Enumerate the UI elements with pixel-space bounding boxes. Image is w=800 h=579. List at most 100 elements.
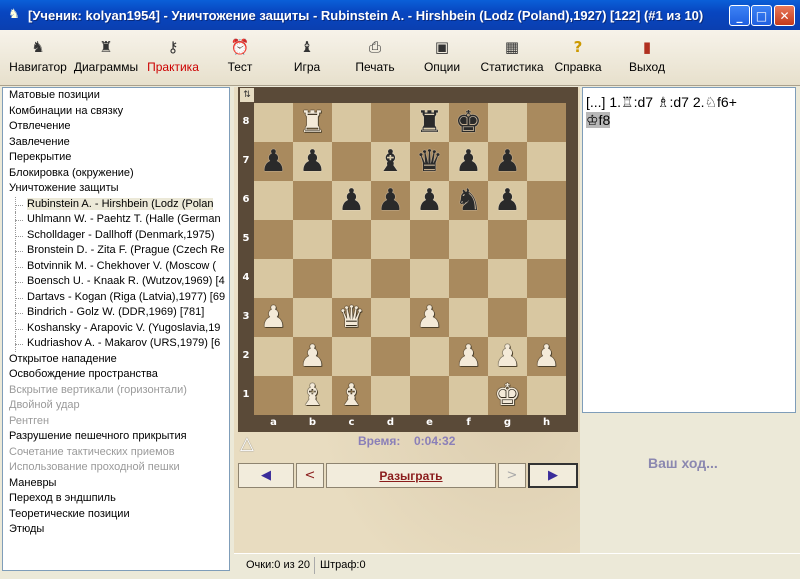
- board-square[interactable]: ♝: [371, 142, 410, 181]
- board-square[interactable]: ♞: [449, 181, 488, 220]
- board-square[interactable]: [527, 142, 566, 181]
- board-square[interactable]: [254, 220, 293, 259]
- board-square[interactable]: [410, 337, 449, 376]
- black-king-icon[interactable]: ♚: [455, 107, 482, 138]
- black-bishop-icon[interactable]: ♝: [377, 146, 404, 177]
- white-pawn-icon[interactable]: ♟: [494, 341, 521, 372]
- board-square[interactable]: [254, 181, 293, 220]
- white-pawn-icon[interactable]: ♟: [416, 302, 443, 333]
- chess-board[interactable]: ♜ ♜ ♚ ♟ ♟ ♝ ♛ ♟ ♟ ♟ ♟ ♟ ♞ ♟ ♟ ♛ ♟ ♟ ♟ ♟ ♟ ♝ ♝ ♚: [254, 103, 566, 415]
- board-square[interactable]: ♜: [410, 103, 449, 142]
- board-square[interactable]: [527, 181, 566, 220]
- navigator-button[interactable]: ♞ Навигатор: [6, 34, 70, 82]
- board-square[interactable]: [254, 376, 293, 415]
- black-pawn-icon[interactable]: ♟: [494, 185, 521, 216]
- play-button[interactable]: Разыграть: [326, 463, 496, 488]
- move-notation[interactable]: [...] 1.♖:d7 ♗:d7 2.♘f6+ ♔f8: [582, 87, 796, 413]
- topic-item[interactable]: Освобождение пространства: [3, 367, 229, 383]
- board-square[interactable]: [527, 259, 566, 298]
- nav-prev-button[interactable]: <: [296, 463, 324, 488]
- board-square[interactable]: [254, 259, 293, 298]
- white-queen-icon[interactable]: ♛: [338, 302, 365, 333]
- flip-board-icon[interactable]: ⇅: [240, 88, 254, 102]
- board-square[interactable]: ♟: [488, 181, 527, 220]
- diagrams-button[interactable]: ♜ Диаграммы: [72, 34, 140, 82]
- black-pawn-icon[interactable]: ♟: [416, 185, 443, 216]
- topic-item[interactable]: Вскрытие вертикали (горизонтали): [3, 383, 229, 399]
- black-pawn-icon[interactable]: ♟: [338, 185, 365, 216]
- game-item[interactable]: Bindrich - Golz W. (DDR,1969) [781]: [3, 305, 229, 321]
- board-square[interactable]: [449, 220, 488, 259]
- board-square[interactable]: [332, 220, 371, 259]
- board-square[interactable]: [293, 181, 332, 220]
- board-square[interactable]: [527, 220, 566, 259]
- board-square[interactable]: ♟: [332, 181, 371, 220]
- black-knight-icon[interactable]: ♞: [455, 185, 482, 216]
- board-square[interactable]: ♟: [254, 142, 293, 181]
- board-square[interactable]: ♟: [449, 142, 488, 181]
- white-rook-icon[interactable]: ♜: [299, 107, 326, 138]
- app-icon[interactable]: ♞: [6, 7, 22, 23]
- board-square[interactable]: [488, 259, 527, 298]
- board-square[interactable]: [371, 103, 410, 142]
- exit-button[interactable]: ▮ Выход: [626, 34, 668, 82]
- nav-first-button[interactable]: ◀: [238, 463, 294, 488]
- board-square[interactable]: [371, 220, 410, 259]
- board-square[interactable]: [527, 298, 566, 337]
- topic-item[interactable]: Этюды: [3, 522, 229, 538]
- black-pawn-icon[interactable]: ♟: [377, 185, 404, 216]
- board-square[interactable]: [254, 103, 293, 142]
- board-square[interactable]: ♟: [293, 142, 332, 181]
- game-item[interactable]: Boensch U. - Knaak R. (Wutzov,1969) [4: [3, 274, 229, 290]
- practice-button[interactable]: ⚷ Практика: [144, 34, 202, 82]
- game-item[interactable]: Bronstein D. - Zita F. (Prague (Czech Re: [3, 243, 229, 259]
- board-square[interactable]: [371, 337, 410, 376]
- black-pawn-icon[interactable]: ♟: [455, 146, 482, 177]
- board-square[interactable]: [371, 298, 410, 337]
- game-item[interactable]: Botvinnik M. - Chekhover V. (Moscow (: [3, 258, 229, 275]
- options-button[interactable]: ▣ Опции: [421, 34, 463, 82]
- topic-item[interactable]: Уничтожение защиты: [3, 181, 229, 197]
- topic-item[interactable]: Рентген: [3, 414, 229, 430]
- board-square[interactable]: ♛: [410, 142, 449, 181]
- game-button[interactable]: ♝ Игра: [286, 34, 328, 82]
- game-item[interactable]: Scholldager - Dallhoff (Denmark,1975): [3, 227, 229, 244]
- nav-last-button[interactable]: ▶: [528, 463, 578, 488]
- topic-item[interactable]: Открытое нападение: [3, 352, 229, 368]
- board-square[interactable]: [527, 103, 566, 142]
- board-square[interactable]: [332, 142, 371, 181]
- board-square[interactable]: [488, 103, 527, 142]
- close-button[interactable]: ✕: [774, 5, 795, 26]
- white-bishop-icon[interactable]: ♝: [338, 380, 365, 411]
- board-square[interactable]: [449, 259, 488, 298]
- topic-item[interactable]: Теоретические позиции: [3, 507, 229, 523]
- board-square[interactable]: [332, 337, 371, 376]
- board-square[interactable]: ♚: [488, 376, 527, 415]
- topic-item[interactable]: Переход в эндшпиль: [3, 491, 229, 507]
- board-square[interactable]: [332, 103, 371, 142]
- statistics-button[interactable]: ▦ Статистика: [478, 34, 546, 82]
- topic-item[interactable]: Завлечение: [3, 135, 229, 151]
- topic-item[interactable]: Сочетание тактических приемов: [3, 445, 229, 461]
- board-square[interactable]: ♟: [410, 181, 449, 220]
- nav-next-button[interactable]: >: [498, 463, 526, 488]
- white-pawn-icon[interactable]: ♟: [299, 341, 326, 372]
- topic-tree[interactable]: Матовые позиции Комбинации на связку Отвле…: [2, 87, 230, 571]
- board-square[interactable]: ♛: [332, 298, 371, 337]
- notation-move-1[interactable]: ♖:d7 ♗:d7 2.♘f6+: [621, 94, 737, 110]
- board-square[interactable]: [371, 259, 410, 298]
- game-item[interactable]: Dartavs - Kogan (Riga (Latvia),1977) [69: [3, 289, 229, 306]
- board-square[interactable]: [449, 298, 488, 337]
- board-square[interactable]: ♟: [488, 337, 527, 376]
- board-square[interactable]: ♟: [254, 298, 293, 337]
- black-pawn-icon[interactable]: ♟: [299, 146, 326, 177]
- maximize-button[interactable]: □: [751, 5, 772, 26]
- black-pawn-icon[interactable]: ♟: [494, 146, 521, 177]
- white-king-icon[interactable]: ♚: [494, 380, 521, 411]
- black-queen-icon[interactable]: ♛: [416, 146, 443, 177]
- board-square[interactable]: [488, 220, 527, 259]
- board-square[interactable]: [410, 259, 449, 298]
- notation-move-2[interactable]: ♔f8: [586, 112, 611, 128]
- board-square[interactable]: [449, 376, 488, 415]
- board-square[interactable]: [254, 337, 293, 376]
